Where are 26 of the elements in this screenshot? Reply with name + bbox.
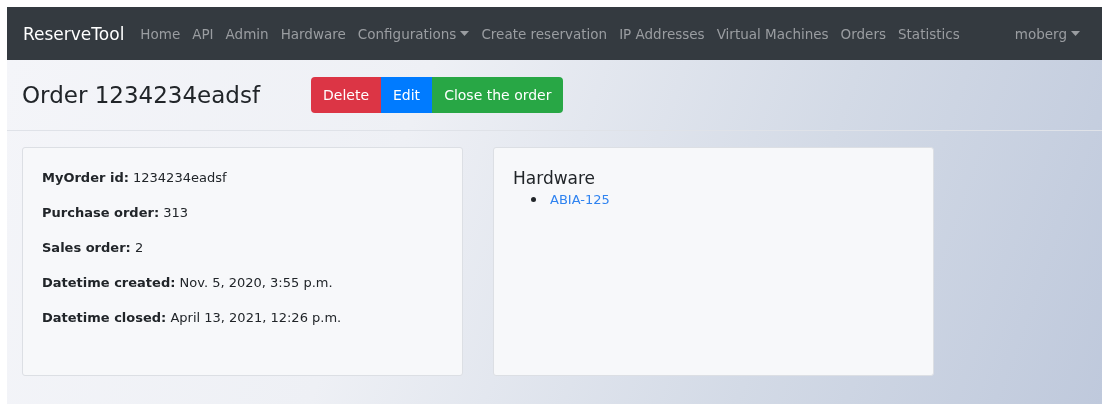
action-button[interactable]: Close the order [432, 77, 564, 113]
nav-link[interactable]: Configurations [351, 25, 476, 42]
nav-link[interactable]: Home [134, 25, 187, 42]
nav-link[interactable]: Hardware [274, 25, 352, 42]
caret-icon [1071, 31, 1080, 36]
bullet-icon [531, 197, 536, 202]
order-field: Datetime closed: April 13, 2021, 12:26 p.m. [42, 310, 443, 325]
card-title: Hardware [513, 168, 597, 188]
brand-link[interactable]: ReserveTool [23, 23, 125, 44]
user-menu[interactable]: moberg [1008, 25, 1086, 42]
nav-link[interactable]: Virtual Machines [710, 25, 835, 42]
order-field: Purchase order: 313 [42, 205, 443, 220]
order-field: Datetime created: Nov. 5, 2020, 3:55 p.m. [42, 275, 443, 290]
item-link[interactable]: ABIA-125 [550, 192, 610, 207]
caret-icon [460, 31, 470, 36]
nav-link[interactable]: Statistics [892, 25, 966, 42]
order-field: Sales order: 2 [42, 240, 443, 255]
action-button[interactable]: Edit [381, 77, 433, 113]
nav-link[interactable]: Orders [834, 25, 892, 42]
nav-link[interactable]: Create reservation [475, 25, 614, 42]
nav-link[interactable]: Admin [219, 25, 275, 42]
order-field: MyOrder id: 1234234eadsf [42, 170, 443, 185]
action-button[interactable]: Delete [311, 77, 381, 113]
page-title: Order 1234234eadsf [22, 82, 262, 108]
nav-link[interactable]: API [186, 25, 220, 42]
nav-link[interactable]: IP Addresses [613, 25, 711, 42]
